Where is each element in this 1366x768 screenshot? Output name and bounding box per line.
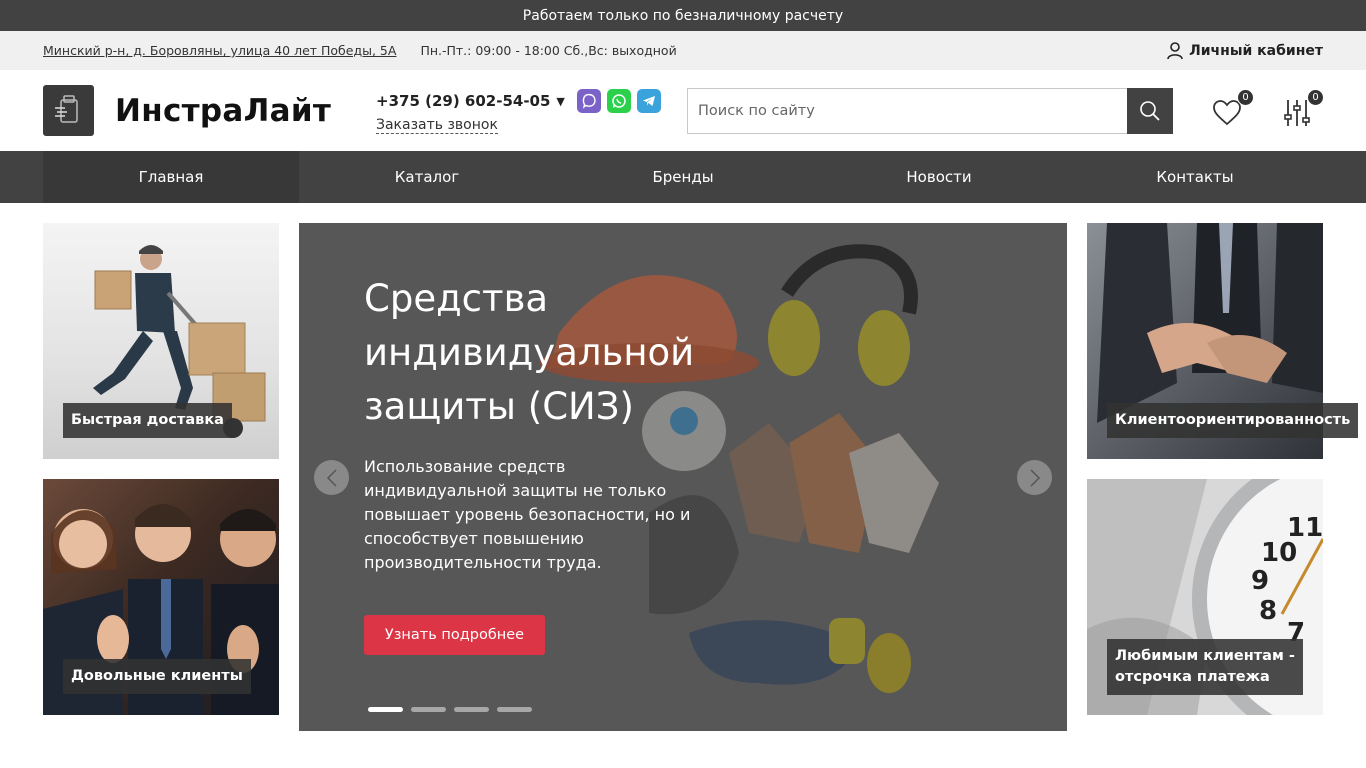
nav-item-news[interactable]: Новости (811, 151, 1067, 203)
svg-text:8: 8 (1259, 596, 1277, 626)
svg-text:10: 10 (1261, 538, 1297, 568)
logo-text[interactable]: ИнстраЛайт (115, 93, 331, 129)
phone-dropdown-icon[interactable]: ▼ (556, 95, 564, 108)
search-form (687, 88, 1173, 134)
contacts-block: +375 (29) 602-54-05 ▼ Заказать звонок (376, 89, 661, 134)
main-nav: Главная Каталог Бренды Новости Контакты (0, 151, 1366, 203)
compare-count-badge: 0 (1307, 89, 1324, 106)
tile-delivery[interactable]: Быстрая доставка (43, 223, 279, 459)
tile-deferred-payment-label: Любимым клиентам - отсрочка платежа (1107, 639, 1303, 696)
account-link[interactable]: Личный кабинет (1167, 41, 1323, 60)
heart-icon (1213, 100, 1241, 126)
telegram-icon[interactable] (636, 89, 661, 113)
favorites-count-badge: 0 (1237, 89, 1254, 106)
slider-dot[interactable] (368, 707, 403, 712)
slide-title: Средства индивидуальной защиты (СИЗ) (364, 277, 695, 428)
nav-item-contacts[interactable]: Контакты (1067, 151, 1323, 203)
slide-text: Использование средств индивидуальной защ… (364, 457, 691, 572)
callback-link[interactable]: Заказать звонок (376, 117, 498, 134)
nav-item-home[interactable]: Главная (43, 151, 299, 203)
slider-prev-button[interactable] (314, 460, 349, 495)
search-icon (1140, 101, 1160, 121)
search-input[interactable] (687, 88, 1127, 134)
learn-more-button[interactable]: Узнать подробнее (364, 615, 545, 655)
slider-next-button[interactable] (1017, 460, 1052, 495)
working-hours: Пн.-Пт.: 09:00 - 18:00 Сб.,Вс: выходной (420, 43, 677, 58)
svg-text:9: 9 (1251, 566, 1269, 596)
info-bar: Минский р-н, д. Боровляны, улица 40 лет … (0, 31, 1366, 70)
tile-client-focus-label: Клиентоориентированность (1107, 403, 1359, 439)
user-icon (1167, 41, 1183, 59)
tile-client-focus[interactable]: Клиентоориентированность (1087, 223, 1359, 459)
announcement-text: Работаем только по безналичному расчету (522, 7, 844, 24)
nav-item-catalog[interactable]: Каталог (299, 151, 555, 203)
announcement-bar: Работаем только по безналичному расчету (0, 0, 1366, 31)
slider-dot[interactable] (454, 707, 489, 712)
viber-icon[interactable] (576, 89, 601, 113)
favorites-button[interactable]: 0 (1212, 89, 1254, 128)
tile-delivery-label: Быстрая доставка (63, 403, 232, 439)
tile-clients[interactable]: Довольные клиенты (43, 479, 279, 715)
nav-item-brands[interactable]: Бренды (555, 151, 811, 203)
phone-number[interactable]: +375 (29) 602-54-05 (376, 92, 550, 110)
tile-clients-label: Довольные клиенты (63, 659, 251, 695)
slider-dot[interactable] (497, 707, 532, 712)
whatsapp-icon[interactable] (606, 89, 631, 113)
address-link[interactable]: Минский р-н, д. Боровляны, улица 40 лет … (43, 43, 396, 58)
main-content: Быстрая доставка Довольные клиенты Средс… (0, 203, 1366, 768)
site-header: ИнстраЛайт +375 (29) 602-54-05 ▼ Заказат… (0, 70, 1366, 151)
compare-sliders-icon (1284, 100, 1310, 126)
slider-dot[interactable] (411, 707, 446, 712)
slider-pagination (368, 707, 532, 712)
tile-deferred-payment[interactable]: 11 10 9 8 7 Любимым клиентам - отсрочка … (1087, 479, 1323, 715)
account-label: Личный кабинет (1189, 42, 1323, 59)
chevron-right-icon (1029, 468, 1040, 487)
hero-slider: Средства индивидуальной защиты (СИЗ) Исп… (299, 223, 1067, 731)
compare-button[interactable]: 0 (1282, 89, 1324, 128)
search-button[interactable] (1127, 88, 1173, 134)
logo-icon[interactable] (43, 85, 94, 136)
chevron-left-icon (326, 468, 337, 487)
